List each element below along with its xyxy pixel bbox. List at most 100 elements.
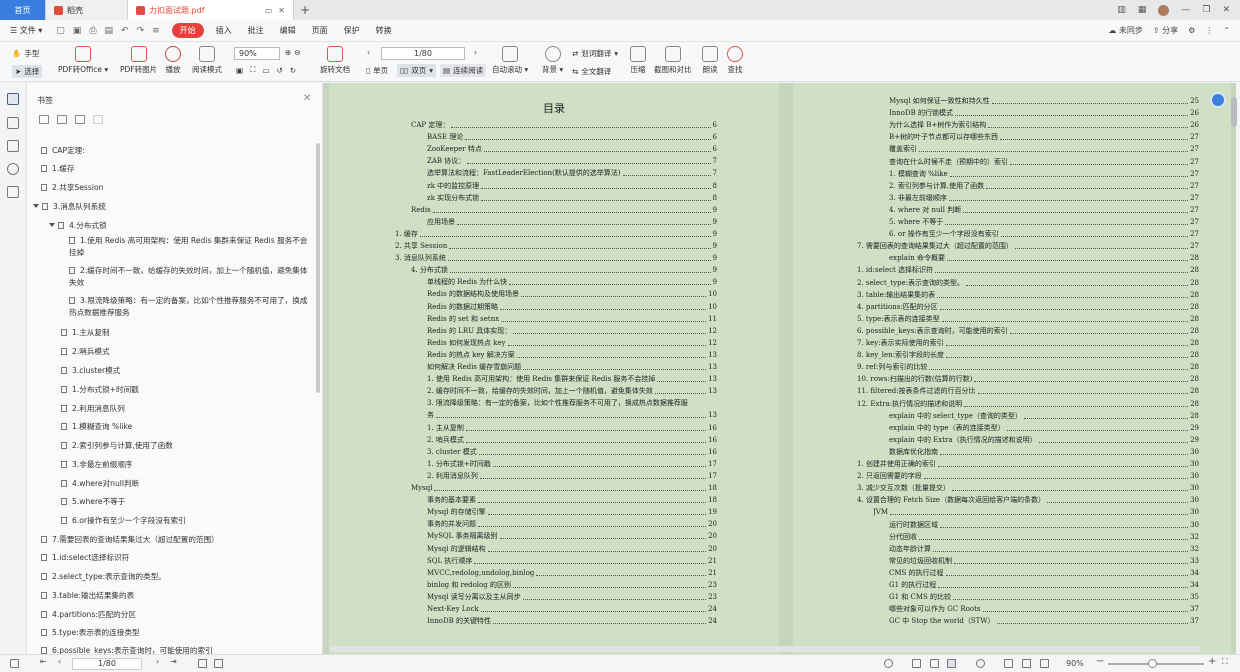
tab-docer[interactable]: 稻壳 (46, 0, 128, 20)
compress-button[interactable]: 压缩 (630, 46, 646, 75)
delete-bookmark-icon[interactable] (93, 115, 103, 124)
comment-icon[interactable] (7, 140, 19, 152)
rotate-left-icon[interactable]: ↺ (276, 66, 282, 75)
toc-entry[interactable]: 运行时数据区域 30 (889, 521, 1199, 530)
fit-width-icon[interactable]: ⛶ (250, 65, 255, 75)
toc-entry[interactable]: MVCC,redolog,undolog,binlog 21 (427, 569, 717, 578)
toc-entry[interactable]: 动态年龄计算 32 (889, 545, 1199, 554)
toc-entry[interactable]: 3. 减少交互次数（批量提交） 30 (857, 484, 1199, 493)
zoom-in-icon[interactable]: ⊕ (285, 48, 291, 57)
add-bookmark-icon[interactable] (39, 115, 49, 124)
menu-annotate[interactable]: 批注 (240, 25, 272, 36)
toc-entry[interactable]: 4. 设置合理的 Fetch Size（数据每次返回给客户端的条数） 30 (857, 496, 1199, 505)
continuous-view-icon[interactable] (947, 659, 956, 668)
toc-entry[interactable]: Redis 如何发现热点 key 12 (427, 339, 717, 348)
restore-icon[interactable]: ❐ (1202, 5, 1210, 15)
bookmark-item[interactable]: 7.需要回表的查询结果集过大（超过配置的范围） (41, 535, 219, 545)
toc-entry[interactable]: Redis 的热点 key 解决方案 13 (427, 351, 717, 360)
bookmark-item[interactable]: CAP定理: (41, 146, 85, 156)
toc-entry[interactable]: 8. key_len:索引字段的长度 28 (857, 351, 1199, 360)
minimize-icon[interactable]: — (1181, 5, 1190, 15)
toc-entry[interactable]: 1. 分布式锁+时间戳 17 (427, 460, 717, 469)
eye-protect-icon[interactable] (884, 659, 893, 668)
toc-entry[interactable]: 哪些对象可以作为 GC Roots 37 (889, 605, 1199, 614)
toc-entry[interactable]: 数据库优化指南 30 (889, 448, 1199, 457)
bookmark-item[interactable]: 3.table:输出结果集的表 (41, 591, 134, 601)
single-view-icon[interactable] (912, 659, 921, 668)
bookmark-item[interactable]: 2.缓存时间不一致，给缓存的失效时间，加上一个随机值，避免集体 (69, 266, 307, 276)
toc-entry[interactable]: 2. 哨兵模式 16 (427, 436, 717, 445)
menu-start[interactable]: 开始 (171, 23, 204, 38)
bookmark-item[interactable]: 2.索引列参与计算,使用了函数 (61, 441, 173, 451)
attachment-icon[interactable] (7, 163, 19, 175)
vertical-scrollbar[interactable] (1231, 97, 1237, 127)
tab-home[interactable]: 首页 (0, 0, 46, 20)
save-icon[interactable]: ▣ (73, 26, 82, 36)
continuous-read-button[interactable]: ▤ 连续阅读 (440, 64, 487, 77)
toc-entry[interactable]: G1 和 CMS 的比较 35 (889, 593, 1199, 602)
toc-entry[interactable]: 1. 模糊查询 %like 27 (889, 170, 1199, 179)
panel-scrollbar[interactable] (316, 143, 320, 393)
word-translate-button[interactable]: ⇄ 划词翻译 ▾ (572, 48, 618, 59)
single-page-button[interactable]: ▯ 单页 (366, 65, 388, 76)
avatar[interactable] (1158, 4, 1170, 16)
menu-edit[interactable]: 编辑 (272, 25, 304, 36)
toc-entry[interactable]: 5. type:表示表的连接类型 28 (857, 315, 1199, 324)
bookmark-item[interactable]: 4.分布式锁 (49, 221, 107, 231)
new-tab-button[interactable]: + (294, 3, 316, 17)
toc-entry[interactable]: zk 实现分布式锁 8 (427, 194, 717, 203)
fit-page-icon[interactable]: ▣ (236, 66, 243, 75)
toc-entry[interactable]: SQL 执行顺序 21 (427, 557, 717, 566)
toc-entry[interactable]: zk 中的监控原理 8 (427, 182, 717, 191)
zoom-in-status-icon[interactable]: + (1208, 656, 1216, 667)
toc-entry[interactable]: GC 中 Stop the world（STW） 37 (889, 617, 1199, 626)
bookmark-item[interactable]: 6.possible_keys:表示查询时，可能使用的索引 (41, 646, 213, 654)
tab-window-icon[interactable]: ▭ (265, 6, 273, 15)
toc-entry[interactable]: Mysql 18 (411, 484, 717, 493)
toc-entry[interactable]: 选举算法和流程：FastLeaderElection(默认提供的选举算法) 7 (427, 169, 717, 178)
toc-entry[interactable]: 2. 只返回需要的字段 30 (857, 472, 1199, 481)
play-button[interactable]: 播放 (165, 46, 181, 75)
expand-triangle-icon[interactable] (49, 223, 55, 227)
toc-entry[interactable]: 5. where 不等于 27 (889, 218, 1199, 227)
assistant-float-button[interactable] (1210, 92, 1226, 108)
auto-scroll-button[interactable]: 自动滚动 ▾ (492, 46, 528, 75)
bookmark-item[interactable]: 热点数据推荐服务 (69, 308, 130, 318)
toc-entry[interactable]: Redis 9 (411, 206, 717, 215)
bookmark-item[interactable]: 3.消息队列系统 (33, 202, 106, 212)
toc-entry[interactable]: B+树的叶子节点都可以存哪些东西 27 (889, 133, 1199, 142)
bookmark-item[interactable]: 1.id:select选择标识符 (41, 553, 129, 563)
bookmark-item[interactable]: 3.限流降级策略：有一定的备案，比如个性推荐服务不可用了，换成 (69, 296, 307, 306)
toc-entry[interactable]: CMS 的执行过程 34 (889, 569, 1199, 578)
bookmark-item[interactable]: 2.共享Session (41, 183, 103, 193)
toc-entry[interactable]: 4. 分布式锁 9 (411, 266, 717, 275)
toc-entry[interactable]: 应用场景 9 (427, 218, 717, 227)
toc-entry[interactable]: 事务的并发问题 20 (427, 520, 717, 529)
settings-icon[interactable]: ⚙ (1188, 26, 1195, 35)
bookmark-item[interactable]: 1.使用 Redis 高可用架构：使用 Redis 集群来保证 Redis 服务… (69, 236, 308, 246)
toc-entry[interactable]: 1. 创建并使用正确的索引 30 (857, 460, 1199, 469)
toc-entry[interactable]: 6. possible_keys:表示查询时，可能使用的索引 28 (857, 327, 1199, 336)
full-translate-button[interactable]: ⇆ 全文翻译 (572, 66, 611, 77)
toc-entry[interactable]: 1. id:select 选择标识符 28 (857, 266, 1199, 275)
toc-entry[interactable]: Redis 的 set 和 setnx 11 (427, 315, 717, 324)
bookmark-icon[interactable] (7, 93, 19, 105)
rotate-document-button[interactable]: 旋转文档 (320, 46, 350, 75)
redo-icon[interactable]: ↷ (137, 26, 145, 36)
zoom-select[interactable]: 90% (234, 47, 280, 60)
toc-entry[interactable]: explain 中的 select_type（查询的类型） 28 (889, 412, 1199, 421)
toc-entry[interactable]: 3. table:输出结果集的表 28 (857, 291, 1199, 300)
toc-entry[interactable]: 事务的基本要素 18 (427, 496, 717, 505)
pdf-to-image-button[interactable]: PDF转图片 (120, 46, 157, 75)
toc-entry[interactable]: 11. filtered:按表条件过滤的行百分比 28 (857, 387, 1199, 396)
horizontal-scrollbar[interactable] (329, 646, 1201, 652)
tab-close-icon[interactable]: ✕ (278, 6, 285, 15)
bookmark-item[interactable]: 2.哨兵模式 (61, 347, 110, 357)
edit-bookmark-icon[interactable] (57, 115, 67, 124)
bookmark-item[interactable]: 2.利用消息队列 (61, 404, 125, 414)
layout-icon[interactable]: ▥ (1117, 5, 1126, 15)
fit-icon[interactable] (198, 659, 207, 668)
zoom-level[interactable]: 90% (1066, 659, 1084, 668)
bookmark-item[interactable]: 1.分布式锁+时间戳 (61, 385, 139, 395)
bookmark-item[interactable]: 3.非最左前缀顺序 (61, 460, 132, 470)
